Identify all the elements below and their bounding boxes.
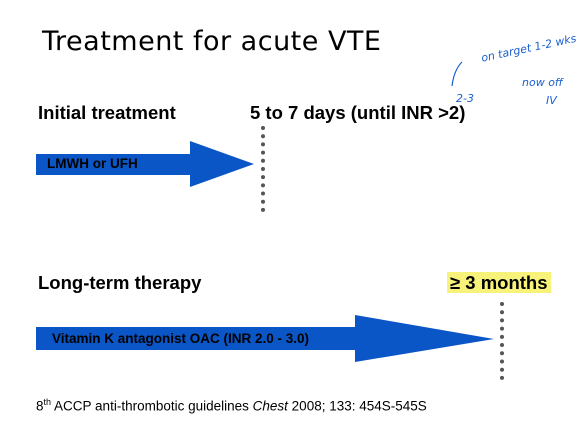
ref-text-before: ACCP anti-thrombotic guidelines — [51, 398, 253, 414]
ref-journal: Chest — [252, 398, 288, 414]
reference-citation: 8th ACCP anti-thrombotic guidelines Ches… — [36, 397, 427, 414]
ref-ordinal-num: 8 — [36, 398, 44, 414]
ref-ordinal-suffix: th — [43, 397, 52, 407]
longterm-duration: ≥ 3 months — [447, 272, 551, 294]
longterm-therapy-label: Long-term therapy — [38, 272, 202, 293]
initial-end-marker — [261, 126, 269, 212]
initial-arrow-label: LMWH or UFH — [47, 156, 138, 171]
longterm-arrow-label: Vitamin K antagonist OAC (INR 2.0 - 3.0) — [52, 331, 310, 346]
duration-highlight: ≥ 3 months — [447, 272, 551, 293]
ref-text-after: 2008; 133: 454S-545S — [287, 398, 427, 414]
longterm-end-marker — [500, 302, 508, 380]
